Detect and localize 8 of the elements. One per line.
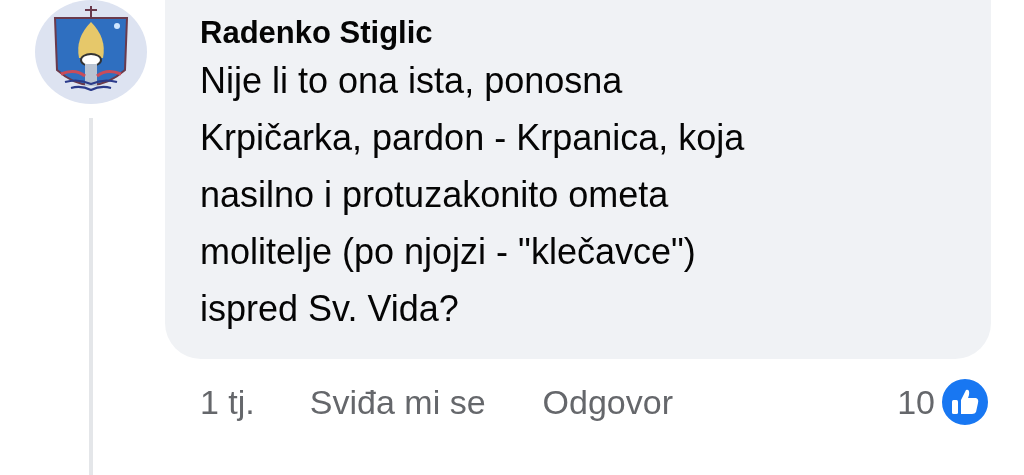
reaction-count: 10 <box>897 382 935 422</box>
author-name[interactable]: Radenko Stiglic <box>200 12 433 54</box>
emblem-avatar-icon <box>35 0 147 104</box>
comment-time[interactable]: 1 tj. <box>200 382 255 422</box>
like-reaction-icon <box>939 376 991 428</box>
comment-text: Nije li to ona ista, ponosna Krpičarka, pardon - Krpanica, koja nasilno i protuzakonito ometa molitelje (po njojzi - "klečavce") ispred Sv. Vida? <box>200 59 746 331</box>
action-link[interactable]: Sviđa mi se <box>309 382 486 422</box>
action-link[interactable]: Odgovor <box>542 382 673 422</box>
